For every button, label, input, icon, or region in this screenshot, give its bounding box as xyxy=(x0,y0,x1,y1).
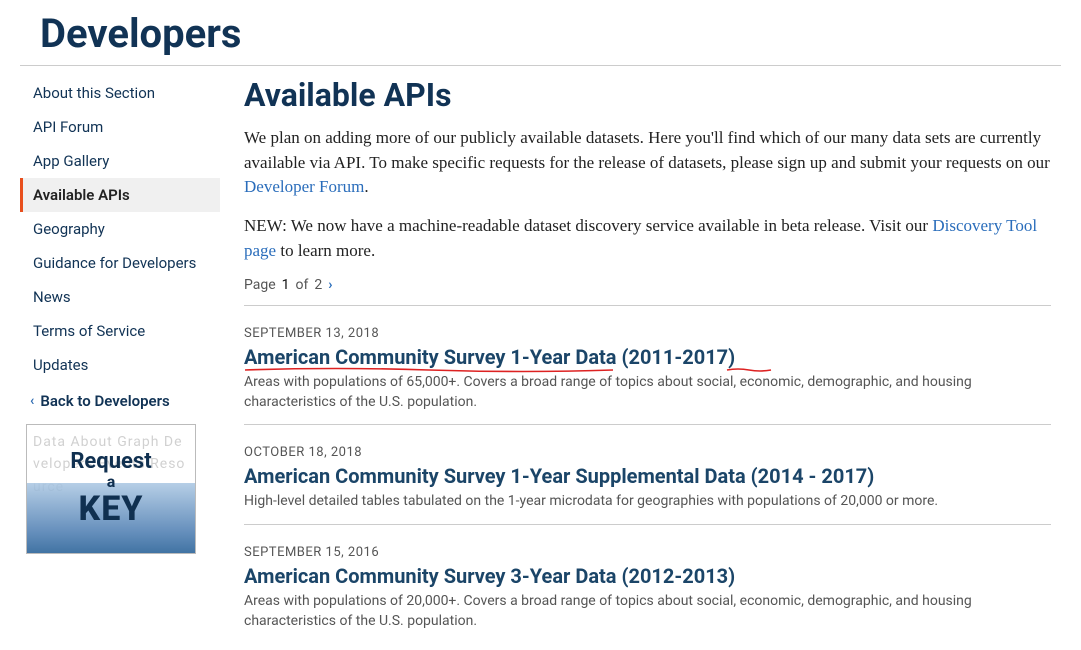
sidebar-item-about-this-section[interactable]: About this Section xyxy=(20,76,220,110)
article-description: High-level detailed tables tabulated on … xyxy=(244,492,1051,512)
intro-paragraph-1: We plan on adding more of our publicly a… xyxy=(244,126,1051,200)
sidebar-item-updates[interactable]: Updates xyxy=(20,348,220,382)
key-box-line1: Request xyxy=(70,449,151,474)
back-to-developers-link[interactable]: ‹ Back to Developers xyxy=(20,382,220,424)
intro-p1-text-post: . xyxy=(364,177,368,196)
sidebar: About this Section API Forum App Gallery… xyxy=(20,76,220,554)
page-title: Developers xyxy=(40,10,1061,57)
sidebar-item-app-gallery[interactable]: App Gallery xyxy=(20,144,220,178)
developer-forum-link[interactable]: Developer Forum xyxy=(244,177,364,196)
divider xyxy=(244,305,1051,306)
sidebar-item-news[interactable]: News xyxy=(20,280,220,314)
pager-label-of: of xyxy=(296,277,309,293)
layout: About this Section API Forum App Gallery… xyxy=(20,76,1061,641)
article-description: Areas with populations of 65,000+. Cover… xyxy=(244,373,1051,412)
article-title-link[interactable]: American Community Survey 1-Year Data (2… xyxy=(244,345,735,369)
sidebar-item-geography[interactable]: Geography xyxy=(20,212,220,246)
article-date: SEPTEMBER 15, 2016 xyxy=(244,545,1051,560)
article-title-text: American Community Survey 3-Year Data (2… xyxy=(244,564,735,588)
article-item: OCTOBER 18, 2018 American Community Surv… xyxy=(244,445,1051,512)
sidebar-nav: About this Section API Forum App Gallery… xyxy=(20,76,220,382)
sidebar-item-available-apis[interactable]: Available APIs xyxy=(20,178,220,212)
article-title-text: American Community Survey 1-Year Data (2… xyxy=(244,345,735,369)
article-date: OCTOBER 18, 2018 xyxy=(244,445,1051,460)
pager-current: 1 xyxy=(282,277,290,293)
page-header: Developers xyxy=(20,10,1061,66)
divider xyxy=(244,524,1051,525)
intro-p2-text-pre: NEW: We now have a machine-readable data… xyxy=(244,216,932,235)
divider xyxy=(244,424,1051,425)
article-date: SEPTEMBER 13, 2018 xyxy=(244,326,1051,341)
main-content: Available APIs We plan on adding more of… xyxy=(244,76,1061,641)
sidebar-item-terms-of-service[interactable]: Terms of Service xyxy=(20,314,220,348)
article-item: SEPTEMBER 13, 2018 American Community Su… xyxy=(244,326,1051,412)
chevron-left-icon: ‹ xyxy=(30,393,34,409)
main-heading: Available APIs xyxy=(244,76,1051,114)
intro-p2-text-post: to learn more. xyxy=(276,241,375,260)
request-a-key-button[interactable]: Data About Graph Developers Events Resou… xyxy=(26,424,196,554)
intro-p1-text-pre: We plan on adding more of our publicly a… xyxy=(244,128,1050,172)
article-title-link[interactable]: American Community Survey 3-Year Data (2… xyxy=(244,564,735,588)
key-box-foreground: Request a KEY xyxy=(70,449,151,529)
pager-label-page: Page xyxy=(244,277,276,293)
article-title-text: American Community Survey 1-Year Supplem… xyxy=(244,464,874,488)
pager-total: 2 xyxy=(314,277,322,293)
sidebar-item-guidance-for-developers[interactable]: Guidance for Developers xyxy=(20,246,220,280)
pager-next-icon[interactable]: › xyxy=(328,277,332,293)
key-box-line3: KEY xyxy=(70,489,151,529)
article-description: Areas with populations of 20,000+. Cover… xyxy=(244,592,1051,631)
article-item: SEPTEMBER 15, 2016 American Community Su… xyxy=(244,545,1051,631)
sidebar-item-api-forum[interactable]: API Forum xyxy=(20,110,220,144)
article-title-link[interactable]: American Community Survey 1-Year Supplem… xyxy=(244,464,874,488)
intro-paragraph-2: NEW: We now have a machine-readable data… xyxy=(244,214,1051,263)
back-link-label: Back to Developers xyxy=(40,392,169,410)
pager: Page 1 of 2 › xyxy=(244,277,1051,293)
